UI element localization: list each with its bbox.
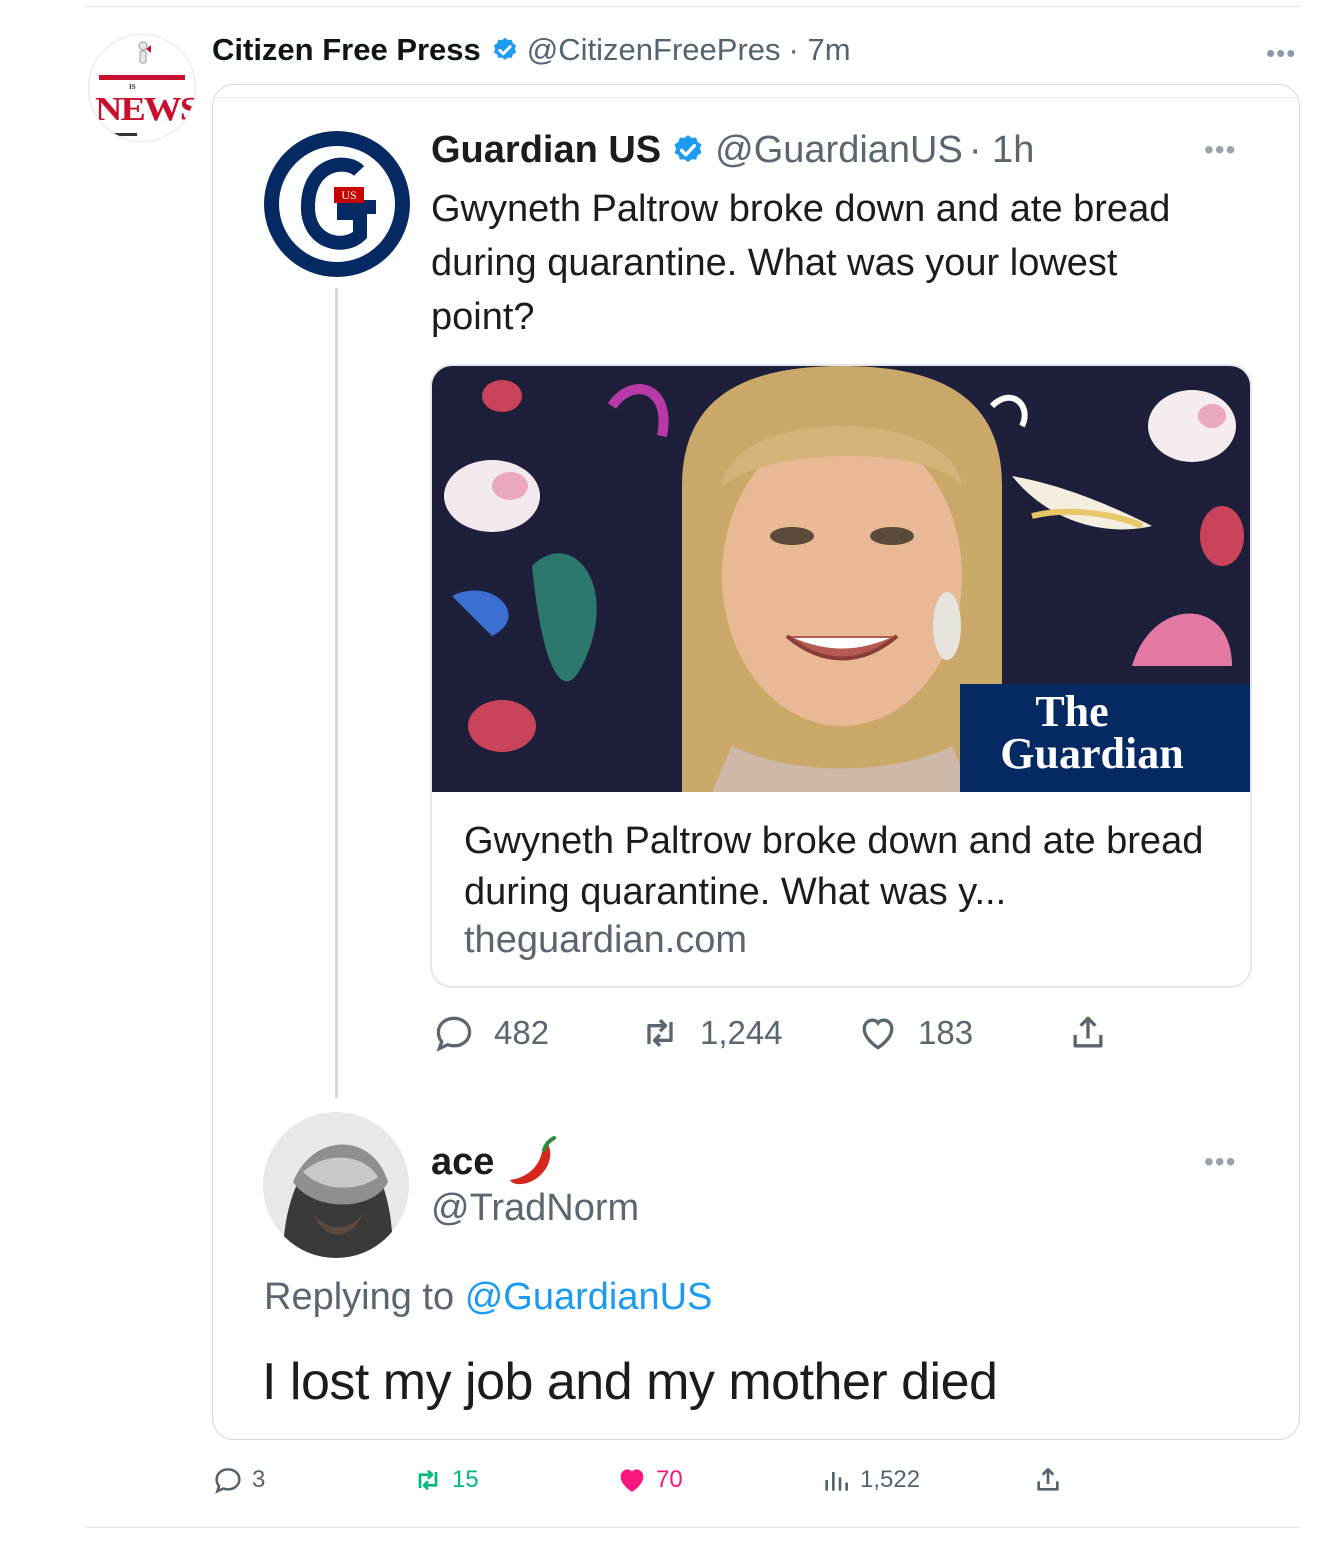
heart-icon (862, 1018, 894, 1050)
megaphone-figure-icon (138, 41, 151, 64)
reply-button[interactable]: 3 (212, 1458, 265, 1502)
quoted-more-icon[interactable]: ••• (1204, 134, 1236, 166)
reply-author-avatar[interactable] (263, 1112, 409, 1258)
link-domain: theguardian.com (464, 919, 748, 961)
logo-badge: US (341, 188, 356, 202)
author-avatar[interactable]: IS NEWS (88, 34, 196, 142)
quoted-retweet-button[interactable]: 1,244 (638, 1008, 783, 1058)
avatar-banner (99, 75, 185, 80)
quoted-share-button[interactable] (1066, 1008, 1128, 1058)
views-chart-icon (825, 1472, 848, 1491)
quoted-header: Guardian US @GuardianUS · 1h (431, 128, 1034, 172)
divider-bottom (86, 1527, 1300, 1528)
heart-filled-icon (620, 1469, 644, 1492)
guardian-logo-avatar[interactable]: US (264, 131, 410, 277)
reply-text: I lost my job and my mother died (262, 1353, 998, 1411)
like-count: 70 (656, 1466, 683, 1493)
views-count: 1,522 (860, 1466, 921, 1493)
thread-line (335, 288, 338, 1098)
replying-to-mention[interactable]: @GuardianUS (465, 1276, 713, 1318)
quoted-retweet-count: 1,244 (700, 1014, 783, 1051)
retweet-button[interactable]: 15 (412, 1458, 479, 1502)
quoted-reply-count: 482 (494, 1014, 550, 1051)
tweet-time[interactable]: · 7m (789, 32, 851, 68)
link-preview-card[interactable]: The Guardian Gwyneth Paltrow broke down … (430, 364, 1252, 988)
author-handle[interactable]: @CitizenFreePres (527, 32, 781, 68)
reply-icon (215, 1468, 241, 1494)
media-top-edge (213, 97, 1299, 98)
tweet-header: Citizen Free Press @CitizenFreePres · 7m (212, 30, 851, 70)
replying-to-line: Replying to @GuardianUS (264, 1276, 712, 1319)
reply-count: 3 (252, 1466, 266, 1493)
more-options-icon[interactable]: ••• (1266, 38, 1296, 69)
quoted-reply-button[interactable]: 482 (432, 1008, 549, 1058)
tweet-action-bar: 3 15 70 1,522 (212, 1458, 1112, 1502)
replying-prefix: Replying to (264, 1276, 455, 1318)
views-button[interactable]: 1,522 (820, 1458, 920, 1502)
reply-icon (436, 1016, 472, 1052)
article-image: The Guardian (432, 366, 1250, 792)
verified-badge-icon (493, 37, 516, 60)
share-icon (1073, 1016, 1103, 1048)
quoted-like-button[interactable]: 183 (856, 1008, 973, 1058)
quoted-author-handle[interactable]: @GuardianUS (715, 129, 963, 172)
share-icon (1037, 1468, 1059, 1491)
quoted-tweet-text: Gwyneth Paltrow broke down and ate bread… (431, 188, 1171, 338)
chili-pepper-emoji-icon (510, 1136, 557, 1185)
badge-line-2: Guardian (1000, 729, 1183, 778)
link-title: Gwyneth Paltrow broke down and ate bread… (464, 820, 1204, 913)
reply-more-icon[interactable]: ••• (1204, 1146, 1236, 1178)
quoted-author-name[interactable]: Guardian US (431, 129, 661, 172)
reply-author-name-row: ace (431, 1134, 560, 1190)
retweet-count: 15 (452, 1466, 479, 1493)
reply-author-name[interactable]: ace (431, 1141, 494, 1184)
divider-top (86, 6, 1300, 7)
avatar-news-text: NEWS (95, 90, 196, 128)
like-button[interactable]: 70 (616, 1458, 683, 1502)
retweet-icon (647, 1018, 673, 1048)
verified-badge-icon (674, 135, 702, 163)
author-name[interactable]: Citizen Free Press (212, 32, 481, 68)
quoted-time[interactable]: · 1h (969, 129, 1034, 172)
avatar-underline (109, 133, 137, 136)
reply-author-handle[interactable]: @TradNorm (431, 1187, 639, 1230)
quoted-action-bar: 482 1,244 183 (432, 1008, 1152, 1058)
quoted-like-count: 183 (918, 1014, 974, 1051)
share-button[interactable] (1032, 1458, 1072, 1502)
retweet-icon (418, 1469, 438, 1491)
